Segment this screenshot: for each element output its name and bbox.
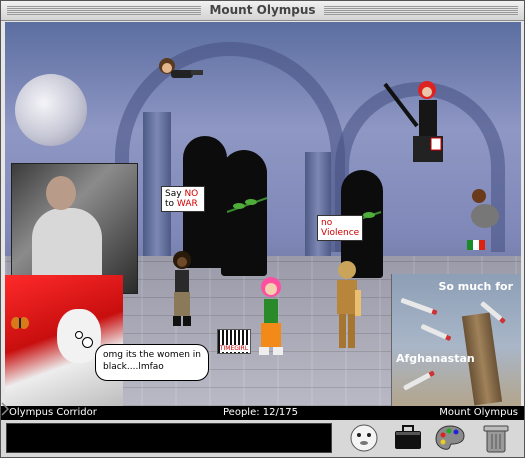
no-violence-sign: no Violence	[317, 215, 363, 241]
avatar-crouching-figure[interactable]	[463, 188, 505, 252]
leaf-branch-icon	[226, 197, 268, 213]
photo-figure-face	[46, 176, 76, 210]
palette-icon[interactable]	[433, 422, 467, 454]
afghanistan-poster-prop[interactable]: So much for Afghanastan	[391, 274, 521, 406]
redhead-photo-prop[interactable]	[5, 275, 123, 406]
room-scene[interactable]: Say NO to WAR no Violence TIMEGIRL So mu…	[5, 22, 521, 406]
chat-speech-bubble: omg its the women in black....lmfao	[95, 344, 209, 381]
avatar-dreadlock-boy[interactable]	[167, 250, 197, 330]
avatar-knight-flag[interactable]	[383, 76, 449, 162]
say-no-to-war-sign: Say NO to WAR	[161, 186, 205, 212]
title-bar[interactable]: Mount Olympus	[1, 1, 524, 21]
thought-dot	[82, 337, 93, 348]
thought-dot	[75, 331, 83, 339]
bottom-toolbar	[1, 420, 524, 457]
poster-rocket	[420, 323, 452, 342]
world-name: Mount Olympus	[439, 407, 518, 418]
window-title: Mount Olympus	[1, 3, 524, 17]
avatar-golden-statue[interactable]	[327, 260, 367, 352]
moon-prop	[15, 74, 87, 146]
people-count: People: 12/175	[223, 407, 298, 418]
face-icon[interactable]	[347, 422, 381, 454]
avatar-pink-hair-boy[interactable]	[253, 277, 289, 357]
room-name: Olympus Corridor	[9, 407, 97, 418]
timegirl-barcode-label: TIMEGIRL	[217, 329, 251, 354]
chat-input[interactable]	[6, 423, 332, 453]
poster-rocket	[400, 297, 438, 316]
avatar-flying-girl[interactable]	[155, 56, 205, 90]
scroll-knob-icon[interactable]	[1, 402, 9, 416]
poster-rocket	[402, 370, 436, 391]
app-window: Mount Olympus Say NO to WAR no Violence …	[0, 0, 525, 458]
briefcase-icon[interactable]	[391, 422, 425, 454]
trash-icon[interactable]	[479, 422, 513, 454]
butterfly-icon	[11, 317, 29, 329]
status-bar: Olympus Corridor People: 12/175 Mount Ol…	[1, 406, 524, 420]
